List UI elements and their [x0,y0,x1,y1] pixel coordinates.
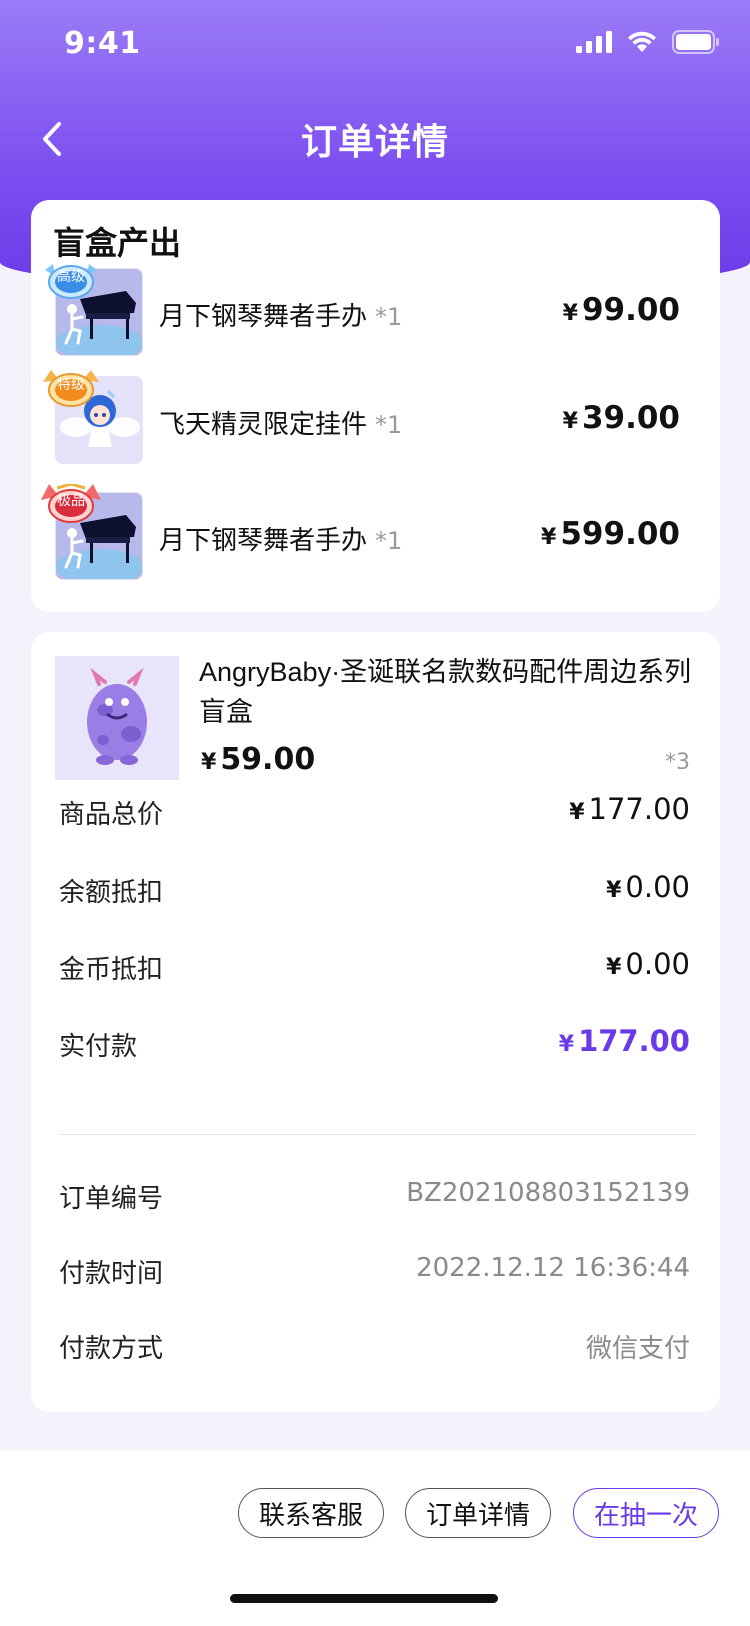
output-item[interactable]: 特级 飞天精灵限定挂件 *1 ¥39.00 [31,370,720,476]
summary-row-total: 商品总价 ¥177.00 [59,790,690,830]
row-label: 金币抵扣 [59,955,164,985]
product-qty: *3 [665,750,690,775]
item-name-wrap: 月下钢琴舞者手办 *1 [159,296,402,333]
navigation-bar: 订单详情 [0,95,750,180]
row-value-wrap: ¥0.00 [606,870,690,904]
wifi-icon [628,31,656,52]
currency-symbol: ¥ [562,409,578,434]
tier-badge-label: 极品 [57,493,85,509]
tier-badge-label: 高级 [57,269,85,285]
status-bar: 9:41 [0,0,750,95]
product-image[interactable] [55,656,179,780]
bottom-action-bar: 联系客服 订单详情 在抽一次 [0,1450,750,1626]
payment-time: 2022.12.12 16:36:44 [416,1253,690,1283]
currency-symbol: ¥ [569,800,585,825]
status-icons [576,30,720,54]
currency-symbol: ¥ [201,750,217,775]
payment-method-row: 付款方式 微信支付 [59,1324,690,1364]
currency-symbol: ¥ [562,301,578,326]
currency-symbol: ¥ [606,878,622,903]
status-time: 9:41 [64,26,141,61]
item-price-wrap: ¥599.00 [541,516,680,552]
row-value-wrap: ¥177.00 [569,792,690,826]
product-title: AngryBaby·圣诞联名款数码配件周边系列盲盒 [199,657,692,727]
order-detail-card: AngryBaby·圣诞联名款数码配件周边系列盲盒 ¥59.00 *3 商品总价… [31,632,720,1412]
currency-symbol: ¥ [606,955,622,980]
blind-box-output-card: 盲盒产出 高级 月下钢琴舞者手办 *1 ¥99.00 特级 飞天精灵限定挂件 *… [31,200,720,612]
item-price: 39.00 [581,400,680,436]
currency-symbol: ¥ [558,1032,575,1057]
row-label: 付款方式 [59,1334,164,1364]
row-label: 付款时间 [59,1259,164,1289]
product-price: 59.00 [220,742,316,777]
row-value: 0.00 [625,947,690,981]
tier-badge-label: 特级 [57,377,85,393]
item-qty: *1 [375,527,403,555]
summary-row-paid: 实付款 ¥177.00 [59,1022,690,1062]
item-price: 99.00 [581,292,680,328]
item-qty: *1 [375,303,403,331]
divider [59,1134,696,1135]
item-name: 月下钢琴舞者手办 [159,526,368,556]
row-value-wrap: ¥177.00 [559,1024,690,1058]
draw-again-button[interactable]: 在抽一次 [573,1488,719,1538]
item-price-wrap: ¥99.00 [563,292,680,328]
row-value: 0.00 [625,870,690,904]
payment-method: 微信支付 [585,1334,690,1364]
row-value: 177.00 [588,792,690,826]
row-label: 余额抵扣 [59,878,164,908]
item-name: 月下钢琴舞者手办 [159,302,368,332]
order-number[interactable]: BZ202108803152139 [406,1178,690,1208]
order-details-button[interactable]: 订单详情 [405,1488,551,1538]
row-label: 订单编号 [59,1184,164,1214]
output-item[interactable]: 极品 月下钢琴舞者手办 *1 ¥599.00 [31,484,720,592]
item-name-wrap: 月下钢琴舞者手办 *1 [159,520,402,557]
row-label: 商品总价 [59,800,164,830]
monster-figure-image [55,656,179,780]
order-number-row: 订单编号 BZ202108803152139 [59,1174,690,1214]
item-qty: *1 [375,411,403,439]
battery-icon [672,30,719,54]
item-price: 599.00 [560,516,680,552]
home-indicator [230,1594,498,1603]
item-name-wrap: 飞天精灵限定挂件 *1 [159,404,402,441]
row-value-wrap: ¥0.00 [606,947,690,981]
row-label: 实付款 [59,1032,138,1062]
output-section-title: 盲盒产出 [53,224,182,262]
page-title: 订单详情 [300,122,449,163]
payment-time-row: 付款时间 2022.12.12 16:36:44 [59,1249,690,1289]
currency-symbol: ¥ [541,525,557,550]
item-price-wrap: ¥39.00 [563,400,680,436]
row-value: 177.00 [578,1024,690,1058]
product-price-wrap: ¥59.00 [201,742,315,777]
output-item[interactable]: 高级 月下钢琴舞者手办 *1 ¥99.00 [31,264,720,368]
item-name: 飞天精灵限定挂件 [159,410,368,440]
contact-service-button[interactable]: 联系客服 [238,1488,384,1538]
summary-row-balance: 余额抵扣 ¥0.00 [59,868,690,908]
cellular-signal-icon [576,31,612,53]
summary-row-coin: 金币抵扣 ¥0.00 [59,945,690,985]
